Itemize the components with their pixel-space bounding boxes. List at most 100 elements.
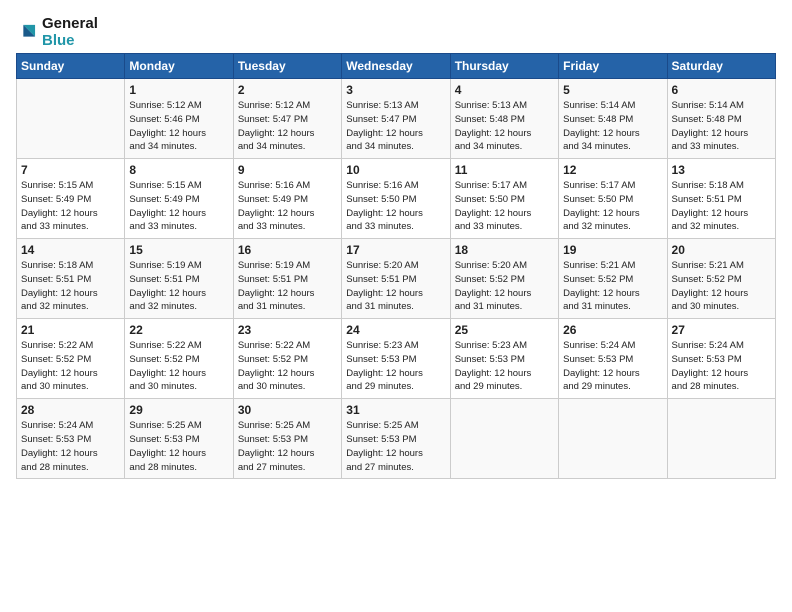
cell-info: Sunrise: 5:18 AMSunset: 5:51 PMDaylight:… (672, 179, 771, 234)
cell-info: Sunrise: 5:22 AMSunset: 5:52 PMDaylight:… (21, 339, 120, 394)
cell-info: Sunrise: 5:17 AMSunset: 5:50 PMDaylight:… (563, 179, 662, 234)
day-number: 18 (455, 243, 554, 257)
day-number: 3 (346, 83, 445, 97)
calendar-cell: 24 Sunrise: 5:23 AMSunset: 5:53 PMDayligh… (342, 319, 450, 399)
day-number: 10 (346, 163, 445, 177)
day-number: 24 (346, 323, 445, 337)
day-number: 8 (129, 163, 228, 177)
day-header-friday: Friday (559, 54, 667, 79)
day-number: 26 (563, 323, 662, 337)
cell-info: Sunrise: 5:15 AMSunset: 5:49 PMDaylight:… (129, 179, 228, 234)
cell-info: Sunrise: 5:24 AMSunset: 5:53 PMDaylight:… (21, 419, 120, 474)
day-number: 30 (238, 403, 337, 417)
day-number: 29 (129, 403, 228, 417)
cell-info: Sunrise: 5:18 AMSunset: 5:51 PMDaylight:… (21, 259, 120, 314)
calendar-cell: 11 Sunrise: 5:17 AMSunset: 5:50 PMDayligh… (450, 159, 558, 239)
cell-info: Sunrise: 5:20 AMSunset: 5:51 PMDaylight:… (346, 259, 445, 314)
cell-info: Sunrise: 5:13 AMSunset: 5:47 PMDaylight:… (346, 99, 445, 154)
cell-info: Sunrise: 5:22 AMSunset: 5:52 PMDaylight:… (238, 339, 337, 394)
calendar-cell: 4Sunrise: 5:13 AMSunset: 5:48 PMDaylight… (450, 79, 558, 159)
cell-info: Sunrise: 5:23 AMSunset: 5:53 PMDaylight:… (346, 339, 445, 394)
calendar-cell: 3 Sunrise: 5:13 AMSunset: 5:47 PMDaylight… (342, 79, 450, 159)
calendar-cell (559, 399, 667, 479)
calendar-cell (450, 399, 558, 479)
logo: General Blue (16, 16, 98, 49)
calendar-cell: 31 Sunrise: 5:25 AMSunset: 5:53 PMDayligh… (342, 399, 450, 479)
calendar-cell: 18 Sunrise: 5:20 AMSunset: 5:52 PMDayligh… (450, 239, 558, 319)
day-number: 11 (455, 163, 554, 177)
calendar-cell: 1Sunrise: 5:12 AMSunset: 5:46 PMDaylight… (125, 79, 233, 159)
calendar-cell: 2 Sunrise: 5:12 AMSunset: 5:47 PMDaylight… (233, 79, 341, 159)
day-number: 27 (672, 323, 771, 337)
cell-info: Sunrise: 5:16 AMSunset: 5:50 PMDaylight:… (346, 179, 445, 234)
logo-icon (16, 22, 38, 44)
cell-info: Sunrise: 5:19 AMSunset: 5:51 PMDaylight:… (129, 259, 228, 314)
calendar-cell: 19 Sunrise: 5:21 AMSunset: 5:52 PMDayligh… (559, 239, 667, 319)
calendar-cell: 28 Sunrise: 5:24 AMSunset: 5:53 PMDayligh… (17, 399, 125, 479)
day-header-tuesday: Tuesday (233, 54, 341, 79)
cell-info: Sunrise: 5:14 AMSunset: 5:48 PMDaylight:… (672, 99, 771, 154)
day-number: 19 (563, 243, 662, 257)
cell-info: Sunrise: 5:21 AMSunset: 5:52 PMDaylight:… (563, 259, 662, 314)
calendar-cell (667, 399, 775, 479)
day-number: 13 (672, 163, 771, 177)
day-header-thursday: Thursday (450, 54, 558, 79)
day-number: 23 (238, 323, 337, 337)
calendar-cell: 16 Sunrise: 5:19 AMSunset: 5:51 PMDayligh… (233, 239, 341, 319)
cell-info: Sunrise: 5:25 AMSunset: 5:53 PMDaylight:… (129, 419, 228, 474)
calendar-cell: 20 Sunrise: 5:21 AMSunset: 5:52 PMDayligh… (667, 239, 775, 319)
calendar-cell: 27Sunrise: 5:24 AMSunset: 5:53 PMDayligh… (667, 319, 775, 399)
calendar-cell: 13 Sunrise: 5:18 AMSunset: 5:51 PMDayligh… (667, 159, 775, 239)
calendar-cell: 8 Sunrise: 5:15 AMSunset: 5:49 PMDaylight… (125, 159, 233, 239)
cell-info: Sunrise: 5:21 AMSunset: 5:52 PMDaylight:… (672, 259, 771, 314)
calendar-body: 1Sunrise: 5:12 AMSunset: 5:46 PMDaylight… (17, 79, 776, 479)
day-number: 2 (238, 83, 337, 97)
calendar-table: SundayMondayTuesdayWednesdayThursdayFrid… (16, 53, 776, 479)
day-header-wednesday: Wednesday (342, 54, 450, 79)
day-number: 9 (238, 163, 337, 177)
calendar-cell: 9Sunrise: 5:16 AMSunset: 5:49 PMDaylight… (233, 159, 341, 239)
day-number: 25 (455, 323, 554, 337)
day-number: 28 (21, 403, 120, 417)
cell-info: Sunrise: 5:19 AMSunset: 5:51 PMDaylight:… (238, 259, 337, 314)
week-row-4: 21 Sunrise: 5:22 AMSunset: 5:52 PMDayligh… (17, 319, 776, 399)
day-number: 16 (238, 243, 337, 257)
day-number: 6 (672, 83, 771, 97)
cell-info: Sunrise: 5:25 AMSunset: 5:53 PMDaylight:… (238, 419, 337, 474)
calendar-cell: 30 Sunrise: 5:25 AMSunset: 5:53 PMDayligh… (233, 399, 341, 479)
day-number: 21 (21, 323, 120, 337)
day-number: 17 (346, 243, 445, 257)
calendar-cell: 29 Sunrise: 5:25 AMSunset: 5:53 PMDayligh… (125, 399, 233, 479)
day-header-sunday: Sunday (17, 54, 125, 79)
calendar-cell: 6 Sunrise: 5:14 AMSunset: 5:48 PMDaylight… (667, 79, 775, 159)
cell-info: Sunrise: 5:24 AMSunset: 5:53 PMDaylight:… (563, 339, 662, 394)
logo-text: General Blue (42, 16, 98, 49)
cell-info: Sunrise: 5:14 AMSunset: 5:48 PMDaylight:… (563, 99, 662, 154)
cell-info: Sunrise: 5:15 AMSunset: 5:49 PMDaylight:… (21, 179, 120, 234)
header: General Blue (16, 16, 776, 49)
cell-info: Sunrise: 5:25 AMSunset: 5:53 PMDaylight:… (346, 419, 445, 474)
day-number: 20 (672, 243, 771, 257)
calendar-cell: 12 Sunrise: 5:17 AMSunset: 5:50 PMDayligh… (559, 159, 667, 239)
cell-info: Sunrise: 5:13 AMSunset: 5:48 PMDaylight:… (455, 99, 554, 154)
day-number: 31 (346, 403, 445, 417)
calendar-cell: 14 Sunrise: 5:18 AMSunset: 5:51 PMDayligh… (17, 239, 125, 319)
header-row: SundayMondayTuesdayWednesdayThursdayFrid… (17, 54, 776, 79)
cell-info: Sunrise: 5:12 AMSunset: 5:47 PMDaylight:… (238, 99, 337, 154)
day-number: 22 (129, 323, 228, 337)
calendar-cell: 22Sunrise: 5:22 AMSunset: 5:52 PMDayligh… (125, 319, 233, 399)
calendar-cell: 5Sunrise: 5:14 AMSunset: 5:48 PMDaylight… (559, 79, 667, 159)
cell-info: Sunrise: 5:17 AMSunset: 5:50 PMDaylight:… (455, 179, 554, 234)
day-number: 12 (563, 163, 662, 177)
calendar-cell: 10 Sunrise: 5:16 AMSunset: 5:50 PMDayligh… (342, 159, 450, 239)
calendar-cell: 25Sunrise: 5:23 AMSunset: 5:53 PMDayligh… (450, 319, 558, 399)
day-number: 14 (21, 243, 120, 257)
page-container: General Blue SundayMondayTuesdayWednesda… (0, 0, 792, 489)
calendar-cell: 23 Sunrise: 5:22 AMSunset: 5:52 PMDayligh… (233, 319, 341, 399)
day-header-monday: Monday (125, 54, 233, 79)
week-row-3: 14 Sunrise: 5:18 AMSunset: 5:51 PMDayligh… (17, 239, 776, 319)
calendar-cell (17, 79, 125, 159)
cell-info: Sunrise: 5:20 AMSunset: 5:52 PMDaylight:… (455, 259, 554, 314)
week-row-5: 28 Sunrise: 5:24 AMSunset: 5:53 PMDayligh… (17, 399, 776, 479)
day-number: 7 (21, 163, 120, 177)
